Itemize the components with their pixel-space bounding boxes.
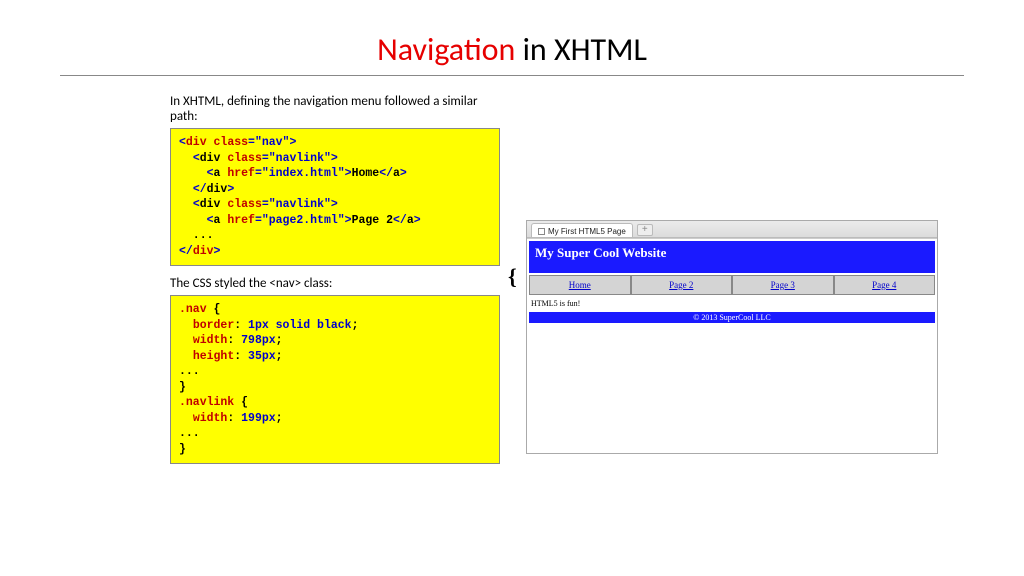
code-line: <div class="nav">: [179, 136, 296, 149]
tab-title: My First HTML5 Page: [548, 227, 626, 236]
intro-text-2: The CSS styled the <nav> class:: [170, 276, 500, 291]
browser-tabbar: My First HTML5 Page +: [527, 221, 937, 238]
code-line: .navlink {: [179, 396, 248, 409]
browser-viewport: My Super Cool Website Home Page 2 Page 3…: [527, 238, 937, 453]
code-line: }: [179, 381, 186, 394]
code-line: ...: [179, 365, 200, 378]
page-footer: © 2013 SuperCool LLC: [529, 312, 935, 323]
code-line: ...: [179, 427, 200, 440]
code-line: <a href="index.html">Home</a>: [179, 167, 407, 180]
code-line: }: [179, 443, 186, 456]
page-header: My Super Cool Website: [529, 241, 935, 273]
code-line: width: 798px;: [179, 334, 283, 347]
code-line: width: 199px;: [179, 412, 283, 425]
page-icon: [538, 228, 545, 235]
slide-title: Navigation in XHTML: [60, 30, 964, 69]
nav-item[interactable]: Page 4: [834, 275, 936, 295]
left-column: In XHTML, defining the navigation menu f…: [170, 94, 500, 464]
nav-item[interactable]: Page 2: [631, 275, 733, 295]
code-line: </div>: [179, 245, 220, 258]
new-tab-button[interactable]: +: [637, 224, 653, 236]
content-row: In XHTML, defining the navigation menu f…: [170, 94, 964, 464]
code-line: <a href="page2.html">Page 2</a>: [179, 214, 421, 227]
curly-brace-icon: {: [508, 264, 517, 290]
browser-mockup: My First HTML5 Page + My Super Cool Webs…: [526, 220, 938, 454]
code-line: <div class="navlink">: [179, 198, 338, 211]
code-line: </div>: [179, 183, 234, 196]
css-code-box: .nav { border: 1px solid black; width: 7…: [170, 295, 500, 464]
code-line: ...: [179, 229, 214, 242]
title-red: Navigation: [377, 30, 515, 69]
slide: Navigation in XHTML In XHTML, defining t…: [0, 0, 1024, 576]
code-line: <div class="navlink">: [179, 152, 338, 165]
title-rule: [60, 75, 964, 76]
right-column: { My First HTML5 Page + My Super Cool We…: [526, 220, 938, 464]
nav-item[interactable]: Home: [529, 275, 631, 295]
code-line: border: 1px solid black;: [179, 319, 358, 332]
html-code-box: <div class="nav"> <div class="navlink"> …: [170, 128, 500, 266]
page-body-text: HTML5 is fun!: [527, 295, 937, 310]
code-line: .nav {: [179, 303, 220, 316]
nav-item[interactable]: Page 3: [732, 275, 834, 295]
code-line: height: 35px;: [179, 350, 283, 363]
intro-text-1: In XHTML, defining the navigation menu f…: [170, 94, 500, 124]
title-rest: in XHTML: [515, 30, 647, 69]
nav-bar: Home Page 2 Page 3 Page 4: [529, 275, 935, 295]
browser-tab[interactable]: My First HTML5 Page: [531, 223, 633, 237]
